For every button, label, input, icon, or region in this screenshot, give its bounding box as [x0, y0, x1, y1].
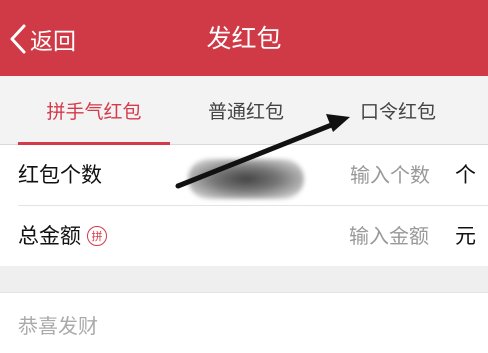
- amount-row: 总金额 拼 元: [18, 205, 488, 266]
- count-unit: 个: [455, 163, 476, 187]
- count-label: 红包个数: [18, 163, 102, 187]
- amount-label: 总金额: [18, 224, 81, 248]
- greeting-row: [0, 292, 488, 353]
- amount-label-group: 总金额 拼: [18, 206, 107, 266]
- greeting-input[interactable]: [18, 309, 318, 343]
- page-title: 发红包: [206, 24, 282, 53]
- tab-bar: 拼手气红包 普通红包 口令红包: [0, 76, 488, 145]
- header-bar: 返回 发红包: [0, 0, 488, 76]
- section-gap: [0, 266, 488, 292]
- count-input[interactable]: [310, 157, 430, 193]
- tab-normal-packet[interactable]: 普通红包: [170, 76, 322, 144]
- count-row: 红包个数 个: [0, 145, 488, 205]
- amount-input[interactable]: [309, 218, 429, 254]
- tab-password-packet[interactable]: 口令红包: [322, 76, 474, 144]
- blurred-region: [188, 159, 304, 199]
- amount-unit: 元: [455, 224, 476, 248]
- packet-form: 红包个数 个 总金额 拼 元: [0, 145, 488, 266]
- pin-badge: 拼: [87, 226, 107, 246]
- tab-lucky-packet[interactable]: 拼手气红包: [18, 76, 170, 144]
